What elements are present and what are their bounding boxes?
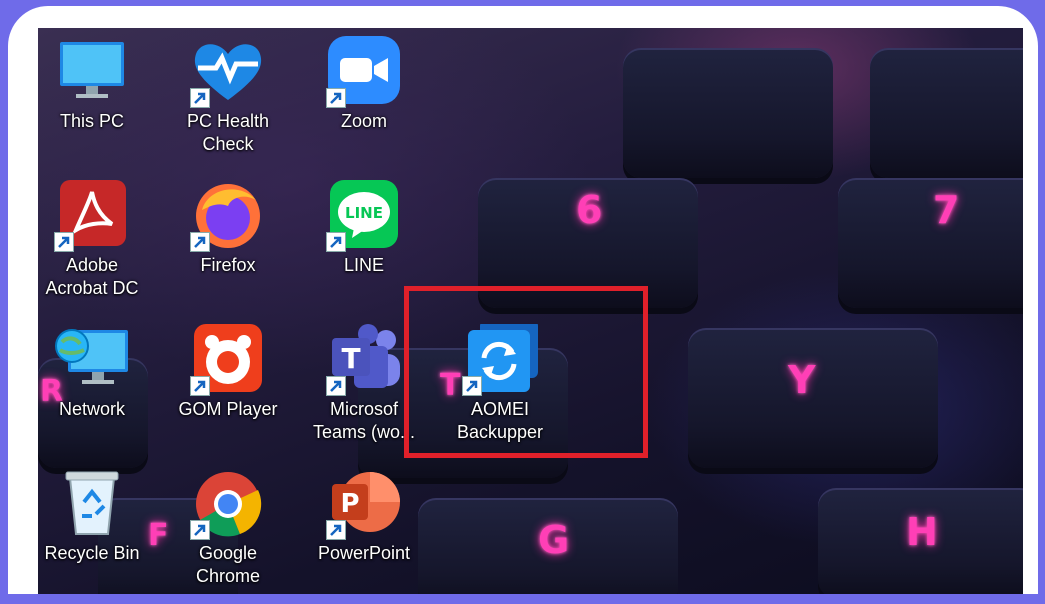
- icon-label: This PC: [59, 111, 124, 131]
- wallpaper-key: 7: [838, 178, 1023, 308]
- video-camera-icon: [324, 36, 404, 108]
- icon-label: GOM Player: [178, 399, 278, 419]
- powerpoint-icon: P: [324, 468, 404, 540]
- shortcut-arrow-icon: [326, 520, 346, 540]
- wallpaper-key: G: [418, 498, 678, 594]
- network-globe-icon: [52, 324, 132, 394]
- recycle-bin-icon: [52, 468, 132, 538]
- key-glyph: Y: [788, 358, 816, 402]
- desktop-icon-powerpoint[interactable]: P PowerPoint: [308, 468, 420, 565]
- desktop-icon-line[interactable]: LINE LINE: [308, 180, 420, 277]
- icon-label: LINE: [343, 255, 385, 275]
- svg-text:LINE: LINE: [345, 204, 383, 222]
- wallpaper-key: [623, 48, 833, 178]
- wallpaper-key: H: [818, 488, 1023, 594]
- teams-icon: T: [324, 324, 404, 396]
- icon-label: Network: [58, 399, 125, 419]
- icon-label: PC Health Check: [186, 111, 270, 154]
- icon-label: Recycle Bin: [44, 543, 140, 563]
- chrome-icon: [188, 468, 268, 540]
- monitor-icon: [52, 36, 132, 106]
- line-chat-icon: LINE: [324, 180, 404, 252]
- icon-label: Adobe Acrobat DC: [45, 255, 139, 298]
- shortcut-arrow-icon: [190, 88, 210, 108]
- firefox-icon: [188, 180, 268, 252]
- frame-bottom-bar: [0, 594, 1045, 604]
- desktop-icon-gom-player[interactable]: GOM Player: [172, 324, 284, 421]
- desktop-icon-google-chrome[interactable]: Google Chrome: [172, 468, 284, 588]
- desktop-icon-network[interactable]: Network: [38, 324, 148, 421]
- key-glyph: 7: [933, 188, 960, 232]
- shortcut-arrow-icon: [190, 232, 210, 252]
- svg-text:P: P: [340, 489, 359, 519]
- icon-label: PowerPoint: [317, 543, 411, 563]
- shortcut-arrow-icon: [326, 88, 346, 108]
- svg-text:T: T: [341, 342, 360, 375]
- wallpaper-key: Y: [688, 328, 938, 468]
- desktop-icon-pc-health-check[interactable]: PC Health Check: [172, 36, 284, 156]
- key-glyph: H: [906, 510, 938, 554]
- key-glyph: 6: [576, 188, 603, 232]
- shortcut-arrow-icon: [326, 232, 346, 252]
- gom-player-icon: [188, 324, 268, 396]
- key-glyph: F: [148, 518, 169, 553]
- desktop-icon-zoom[interactable]: Zoom: [308, 36, 420, 133]
- shortcut-arrow-icon: [54, 232, 74, 252]
- icon-label: Firefox: [200, 255, 256, 275]
- desktop-icon-adobe-acrobat[interactable]: Adobe Acrobat DC: [38, 180, 148, 300]
- key-glyph: G: [538, 518, 570, 562]
- desktop[interactable]: 6 7 R T Y F G H This PC PC Health Check …: [38, 28, 1023, 594]
- desktop-icon-recycle-bin[interactable]: Recycle Bin: [38, 468, 148, 565]
- acrobat-icon: [52, 180, 132, 252]
- desktop-icon-firefox[interactable]: Firefox: [172, 180, 284, 277]
- highlight-box: [404, 286, 648, 458]
- shortcut-arrow-icon: [190, 520, 210, 540]
- shortcut-arrow-icon: [190, 376, 210, 396]
- shortcut-arrow-icon: [326, 376, 346, 396]
- wallpaper-key: [870, 48, 1023, 178]
- icon-label: Zoom: [340, 111, 387, 131]
- icon-label: Google Chrome: [195, 543, 261, 586]
- heart-pulse-icon: [188, 36, 268, 108]
- desktop-icon-this-pc[interactable]: This PC: [38, 36, 148, 133]
